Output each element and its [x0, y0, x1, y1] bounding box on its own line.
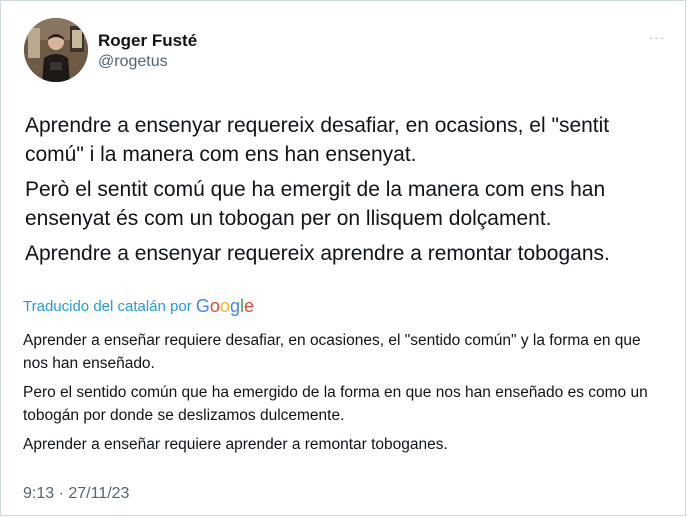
tweet-paragraph: Aprendre a ensenyar requereix aprendre a…: [25, 242, 610, 265]
tweet-text: Aprendre a ensenyar requereix desafiar, …: [25, 111, 665, 274]
translation-attribution-link[interactable]: Traducido del catalán por Google: [23, 295, 254, 316]
translated-paragraph: Aprender a enseñar requiere desafiar, en…: [23, 332, 641, 372]
translated-paragraph: Pero el sentido común que ha emergido de…: [23, 384, 648, 424]
tweet-card: Roger Fusté @rogetus ··· Aprendre a ense…: [0, 0, 686, 516]
tweet-timestamp[interactable]: 9:13 · 27/11/23: [23, 485, 129, 503]
author-display-name[interactable]: Roger Fusté: [98, 31, 197, 51]
translation-attribution-label: Traducido del catalán por: [23, 298, 192, 315]
google-logo: Google: [195, 296, 254, 316]
tweet-paragraph: Però el sentit comú que ha emergit de la…: [25, 178, 606, 230]
translated-paragraph: Aprender a enseñar requiere aprender a r…: [23, 436, 448, 453]
more-options-icon[interactable]: ···: [645, 29, 669, 49]
author-handle[interactable]: @rogetus: [98, 53, 168, 71]
translated-text: Aprender a enseñar requiere desafiar, en…: [23, 329, 668, 462]
tweet-paragraph: Aprendre a ensenyar requereix desafiar, …: [25, 114, 610, 166]
avatar[interactable]: [24, 18, 88, 82]
avatar-photo-icon: [24, 18, 88, 82]
